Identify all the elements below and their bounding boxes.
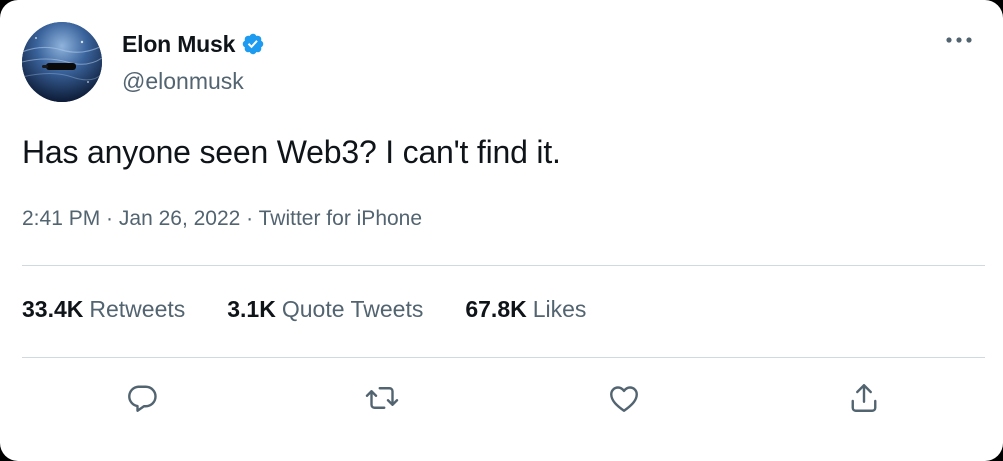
share-icon	[851, 384, 877, 412]
more-dots-icon	[946, 37, 972, 43]
verified-badge-icon	[242, 33, 264, 55]
like-icon	[610, 386, 638, 412]
meta-separator: ·	[100, 207, 119, 230]
retweet-icon	[365, 387, 399, 409]
likes-count: 67.8K	[465, 296, 527, 322]
likes-label: Likes	[532, 296, 587, 322]
tweet-source[interactable]: Twitter for iPhone	[259, 207, 422, 230]
tweet-meta: 2:41 PM · Jan 26, 2022 · Twitter for iPh…	[22, 207, 422, 231]
quote-tweets-count: 3.1K	[227, 296, 276, 322]
tweet-time[interactable]: 2:41 PM	[22, 207, 100, 230]
action-bar	[0, 376, 1003, 426]
reply-button[interactable]	[120, 376, 164, 420]
author-handle[interactable]: @elonmusk	[122, 68, 244, 95]
avatar-image	[22, 22, 102, 102]
retweets-label: Retweets	[89, 296, 186, 322]
divider-bottom	[22, 357, 985, 358]
retweet-button[interactable]	[360, 376, 404, 420]
quote-tweets-label: Quote Tweets	[281, 296, 424, 322]
author-name-row: Elon Musk	[122, 28, 265, 60]
divider-top	[22, 265, 985, 266]
tweet-date[interactable]: Jan 26, 2022	[119, 207, 240, 230]
engagement-stats: 33.4K Retweets 3.1K Quote Tweets 67.8K Like…	[22, 296, 586, 323]
likes-stat[interactable]: 67.8K Likes	[465, 296, 586, 323]
like-button[interactable]	[602, 376, 646, 420]
share-button[interactable]	[842, 376, 886, 420]
tweet-card: Elon Musk @elonmusk Has anyone seen Web3…	[0, 0, 1003, 461]
tweet-text: Has anyone seen Web3? I can't find it.	[22, 134, 561, 170]
retweets-stat[interactable]: 33.4K Retweets	[22, 296, 185, 323]
meta-separator: ·	[240, 207, 259, 230]
quote-tweets-stat[interactable]: 3.1K Quote Tweets	[227, 296, 423, 323]
more-options-button[interactable]	[939, 28, 979, 52]
reply-icon	[128, 385, 157, 412]
author-name[interactable]: Elon Musk	[122, 31, 235, 58]
avatar[interactable]	[22, 22, 102, 102]
retweets-count: 33.4K	[22, 296, 84, 322]
